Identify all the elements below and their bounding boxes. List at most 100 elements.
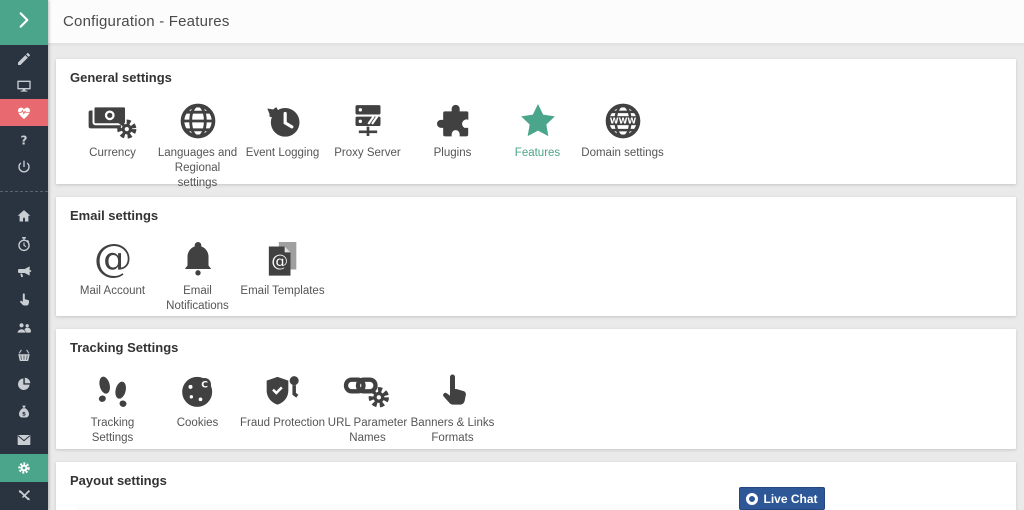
section-general-settings: General settings CurrencyLanguages and R… [56, 59, 1016, 184]
svg-text:$: $ [22, 412, 26, 418]
section-items-row: @ Mail Account Email Notifications @ Email T… [70, 223, 1002, 324]
feature-label: Fraud Protection [240, 416, 325, 431]
sidebar-item-monitor[interactable] [0, 72, 48, 99]
star-icon [518, 99, 558, 143]
feature-fraud-protection[interactable]: Fraud Protection [240, 369, 325, 431]
email-template-icon: @ [263, 237, 303, 281]
envelope-icon [16, 432, 32, 448]
sidebar-item-money-bag[interactable]: $ [0, 398, 48, 426]
globe-icon [178, 99, 218, 143]
feature-label: Email Templates [240, 284, 324, 299]
svg-text:?: ? [21, 133, 28, 147]
feature-label: Plugins [434, 146, 472, 161]
sidebar-item-hand-pointer[interactable] [0, 286, 48, 314]
section-email-settings: Email settings @ Mail Account Email Notifi… [56, 197, 1016, 316]
svg-text:C: C [201, 380, 208, 391]
section-title: Email settings [70, 208, 1002, 223]
sidebar-item-users[interactable] [0, 314, 48, 342]
section-items-row: Tracking Settings C Cookies Fraud Protectio… [70, 355, 1002, 456]
svg-text:@: @ [93, 239, 131, 279]
feature-label: Mail Account [80, 284, 145, 299]
feature-languages-and-regional-settings[interactable]: Languages and Regional settings [155, 99, 240, 191]
feature-email-notifications[interactable]: Email Notifications [155, 237, 240, 314]
at-sign-icon: @ [93, 237, 133, 281]
sidebar-item-question[interactable]: ? [0, 126, 48, 153]
heart-pulse-icon [16, 105, 32, 121]
feature-mail-account[interactable]: @ Mail Account [70, 237, 155, 299]
svg-text:@: @ [271, 252, 288, 271]
section-payout-settings: Payout settings [56, 462, 1016, 510]
feature-tracking-settings[interactable]: Tracking Settings [70, 369, 155, 446]
feature-features[interactable]: Features [495, 99, 580, 161]
feature-email-templates[interactable]: @ Email Templates [240, 237, 325, 299]
feature-cookies[interactable]: C Cookies [155, 369, 240, 431]
sidebar-item-gear[interactable] [0, 454, 48, 482]
sidebar-item-pie-chart[interactable] [0, 370, 48, 398]
tools-icon [16, 488, 32, 504]
gear-icon [16, 460, 32, 476]
sidebar-item-pencil[interactable] [0, 45, 48, 72]
feature-label: Banners & Links Formats [410, 416, 495, 446]
section-title: Tracking Settings [70, 340, 1002, 355]
section-tracking-settings: Tracking Settings Tracking Settings C Cook… [56, 329, 1016, 449]
event-logging-icon [263, 99, 303, 143]
sidebar-nav: ?$ [0, 45, 48, 510]
feature-label: Email Notifications [155, 284, 240, 314]
sidebar-item-power[interactable] [0, 153, 48, 180]
live-chat-label: Live Chat [763, 492, 817, 506]
footprints-icon [93, 369, 133, 413]
topbar: Configuration - Features [48, 0, 1024, 44]
feature-plugins[interactable]: Plugins [410, 99, 495, 161]
page-title: Configuration - Features [63, 13, 230, 30]
main-area: Configuration - Features General setting… [48, 0, 1024, 510]
megaphone-icon [16, 264, 32, 280]
feature-event-logging[interactable]: Event Logging [240, 99, 325, 161]
feature-label: Tracking Settings [70, 416, 155, 446]
bell-icon [178, 237, 218, 281]
sidebar-item-megaphone[interactable] [0, 258, 48, 286]
shield-key-icon [263, 369, 303, 413]
svg-text:WWW: WWW [609, 117, 636, 126]
monitor-icon [16, 78, 32, 94]
app-window: ?$ Configuration - Features General sett… [0, 0, 1024, 510]
hand-up-icon [433, 369, 473, 413]
plugins-icon [433, 99, 473, 143]
section-title: General settings [70, 70, 1002, 85]
currency-icon [87, 99, 139, 143]
sidebar-toggle-button[interactable] [0, 0, 48, 45]
sidebar: ?$ [0, 0, 48, 510]
stopwatch-icon [16, 236, 32, 252]
feature-currency[interactable]: Currency [70, 99, 155, 161]
content: General settings Currency Languages and R… [48, 44, 1024, 510]
pencil-icon [16, 51, 32, 67]
chevron-right-icon [14, 10, 34, 35]
sidebar-divider [0, 180, 48, 202]
users-icon [16, 320, 32, 336]
feature-label: Event Logging [246, 146, 320, 161]
feature-label: Proxy Server [334, 146, 400, 161]
feature-domain-settings[interactable]: WWW Domain settings [580, 99, 665, 161]
feature-label: Domain settings [581, 146, 663, 161]
live-chat-button[interactable]: Live Chat [739, 487, 825, 510]
home-icon [16, 208, 32, 224]
sidebar-item-heart-pulse[interactable] [0, 99, 48, 126]
section-items-row [70, 488, 1002, 510]
feature-label: Currency [89, 146, 136, 161]
hand-pointer-icon [16, 292, 32, 308]
feature-url-parameter-names[interactable]: URL Parameter Names [325, 369, 410, 446]
feature-banners-links-formats[interactable]: Banners & Links Formats [410, 369, 495, 446]
sidebar-item-envelope[interactable] [0, 426, 48, 454]
feature-proxy-server[interactable]: Proxy Server [325, 99, 410, 161]
feature-label: Languages and Regional settings [155, 146, 240, 191]
cookie-icon: C [178, 369, 218, 413]
section-items-row: Currency Languages and Regional settings E… [70, 85, 1002, 201]
sidebar-item-basket[interactable] [0, 342, 48, 370]
sidebar-item-home[interactable] [0, 202, 48, 230]
basket-icon [16, 348, 32, 364]
sidebar-item-tools[interactable] [0, 482, 48, 510]
sidebar-item-stopwatch[interactable] [0, 230, 48, 258]
proxy-server-icon [348, 99, 388, 143]
feature-label: Cookies [177, 416, 219, 431]
question-icon: ? [16, 132, 32, 148]
globe-www-icon: WWW [603, 99, 643, 143]
